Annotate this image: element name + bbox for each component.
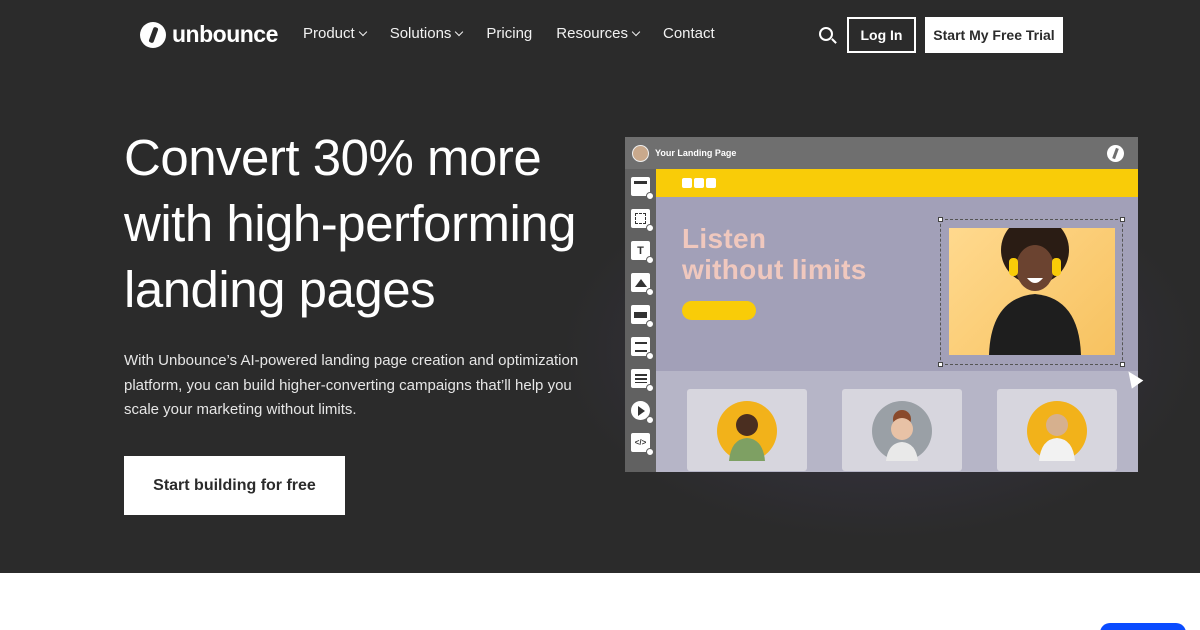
canvas-headline-line: Listen bbox=[682, 223, 767, 254]
dot bbox=[682, 178, 692, 188]
card-avatar bbox=[1027, 401, 1087, 461]
canvas-card bbox=[997, 389, 1117, 471]
chevron-down-icon bbox=[358, 27, 367, 37]
canvas-logo-dots bbox=[682, 178, 716, 188]
form-icon bbox=[631, 337, 654, 360]
chevron-down-icon bbox=[631, 27, 641, 37]
canvas-card bbox=[687, 389, 807, 471]
person-illustration bbox=[729, 414, 765, 461]
avatar bbox=[632, 144, 649, 162]
start-free-trial-button[interactable]: Start My Free Trial bbox=[925, 17, 1063, 53]
text-tool-label: T bbox=[637, 244, 644, 257]
person-illustration bbox=[886, 410, 918, 461]
nav-item-pricing[interactable]: Pricing bbox=[486, 25, 532, 42]
box-icon bbox=[631, 209, 654, 232]
canvas-header-bar bbox=[656, 169, 1138, 197]
hero-section: unbounce Product Solutions Pricing Resou… bbox=[0, 0, 1200, 573]
nav-item-label: Pricing bbox=[486, 25, 533, 42]
code-tool-label: </> bbox=[634, 438, 647, 447]
nav-item-contact[interactable]: Contact bbox=[663, 25, 715, 42]
canvas-headline: Listen without limits bbox=[682, 223, 867, 285]
unbounce-logo-icon bbox=[1107, 145, 1124, 162]
chevron-down-icon bbox=[455, 27, 464, 37]
nav-item-label: Solutions bbox=[389, 25, 452, 42]
resize-handle[interactable] bbox=[938, 217, 943, 222]
login-button[interactable]: Log In bbox=[847, 17, 916, 53]
resize-handle[interactable] bbox=[1120, 217, 1125, 222]
nav-item-label: Resources bbox=[556, 25, 628, 42]
card-avatar bbox=[872, 401, 932, 461]
code-icon: </> bbox=[631, 433, 654, 456]
top-navigation: unbounce Product Solutions Pricing Resou… bbox=[0, 0, 1200, 70]
brand-logo[interactable]: unbounce bbox=[140, 21, 278, 48]
image-icon bbox=[631, 273, 654, 296]
canvas-card bbox=[842, 389, 962, 471]
video-icon bbox=[631, 401, 654, 424]
headline-line: Convert 30% more bbox=[124, 129, 542, 186]
section-icon bbox=[631, 177, 654, 200]
dot bbox=[694, 178, 704, 188]
content-section bbox=[0, 573, 1200, 630]
builder-titlebar: Your Landing Page bbox=[625, 137, 1138, 169]
list-icon bbox=[631, 369, 654, 392]
canvas-button bbox=[682, 301, 756, 320]
main-menu: Product Solutions Pricing Resources Cont… bbox=[303, 25, 739, 42]
nav-item-label: Product bbox=[303, 25, 355, 42]
nav-item-solutions[interactable]: Solutions bbox=[389, 25, 464, 42]
nav-item-label: Contact bbox=[662, 25, 715, 42]
canvas-headline-line: without limits bbox=[682, 254, 867, 285]
selection-box[interactable] bbox=[938, 217, 1125, 367]
search-icon[interactable] bbox=[819, 27, 833, 41]
logo-mark-icon bbox=[140, 21, 166, 48]
chat-widget-button[interactable] bbox=[1100, 623, 1186, 630]
person-illustration bbox=[1039, 414, 1075, 461]
button-icon bbox=[631, 305, 654, 328]
nav-item-resources[interactable]: Resources bbox=[556, 25, 641, 42]
builder-window-title: Your Landing Page bbox=[655, 148, 737, 158]
hero-headline: Convert 30% more with high-performing la… bbox=[124, 125, 604, 323]
start-building-button[interactable]: Start building for free bbox=[124, 456, 345, 515]
resize-handle[interactable] bbox=[1120, 362, 1125, 367]
card-avatar bbox=[717, 401, 777, 461]
builder-toolbar: T </> bbox=[625, 169, 656, 472]
hero-subtext: With Unbounce’s AI-powered landing page … bbox=[124, 352, 579, 418]
headline-line: with high-performing bbox=[124, 195, 577, 252]
resize-handle[interactable] bbox=[938, 362, 943, 367]
text-icon: T bbox=[631, 241, 654, 264]
dot bbox=[706, 178, 716, 188]
logo-text: unbounce bbox=[172, 21, 278, 47]
headline-line: landing pages bbox=[124, 261, 436, 318]
nav-item-product[interactable]: Product bbox=[303, 25, 367, 42]
